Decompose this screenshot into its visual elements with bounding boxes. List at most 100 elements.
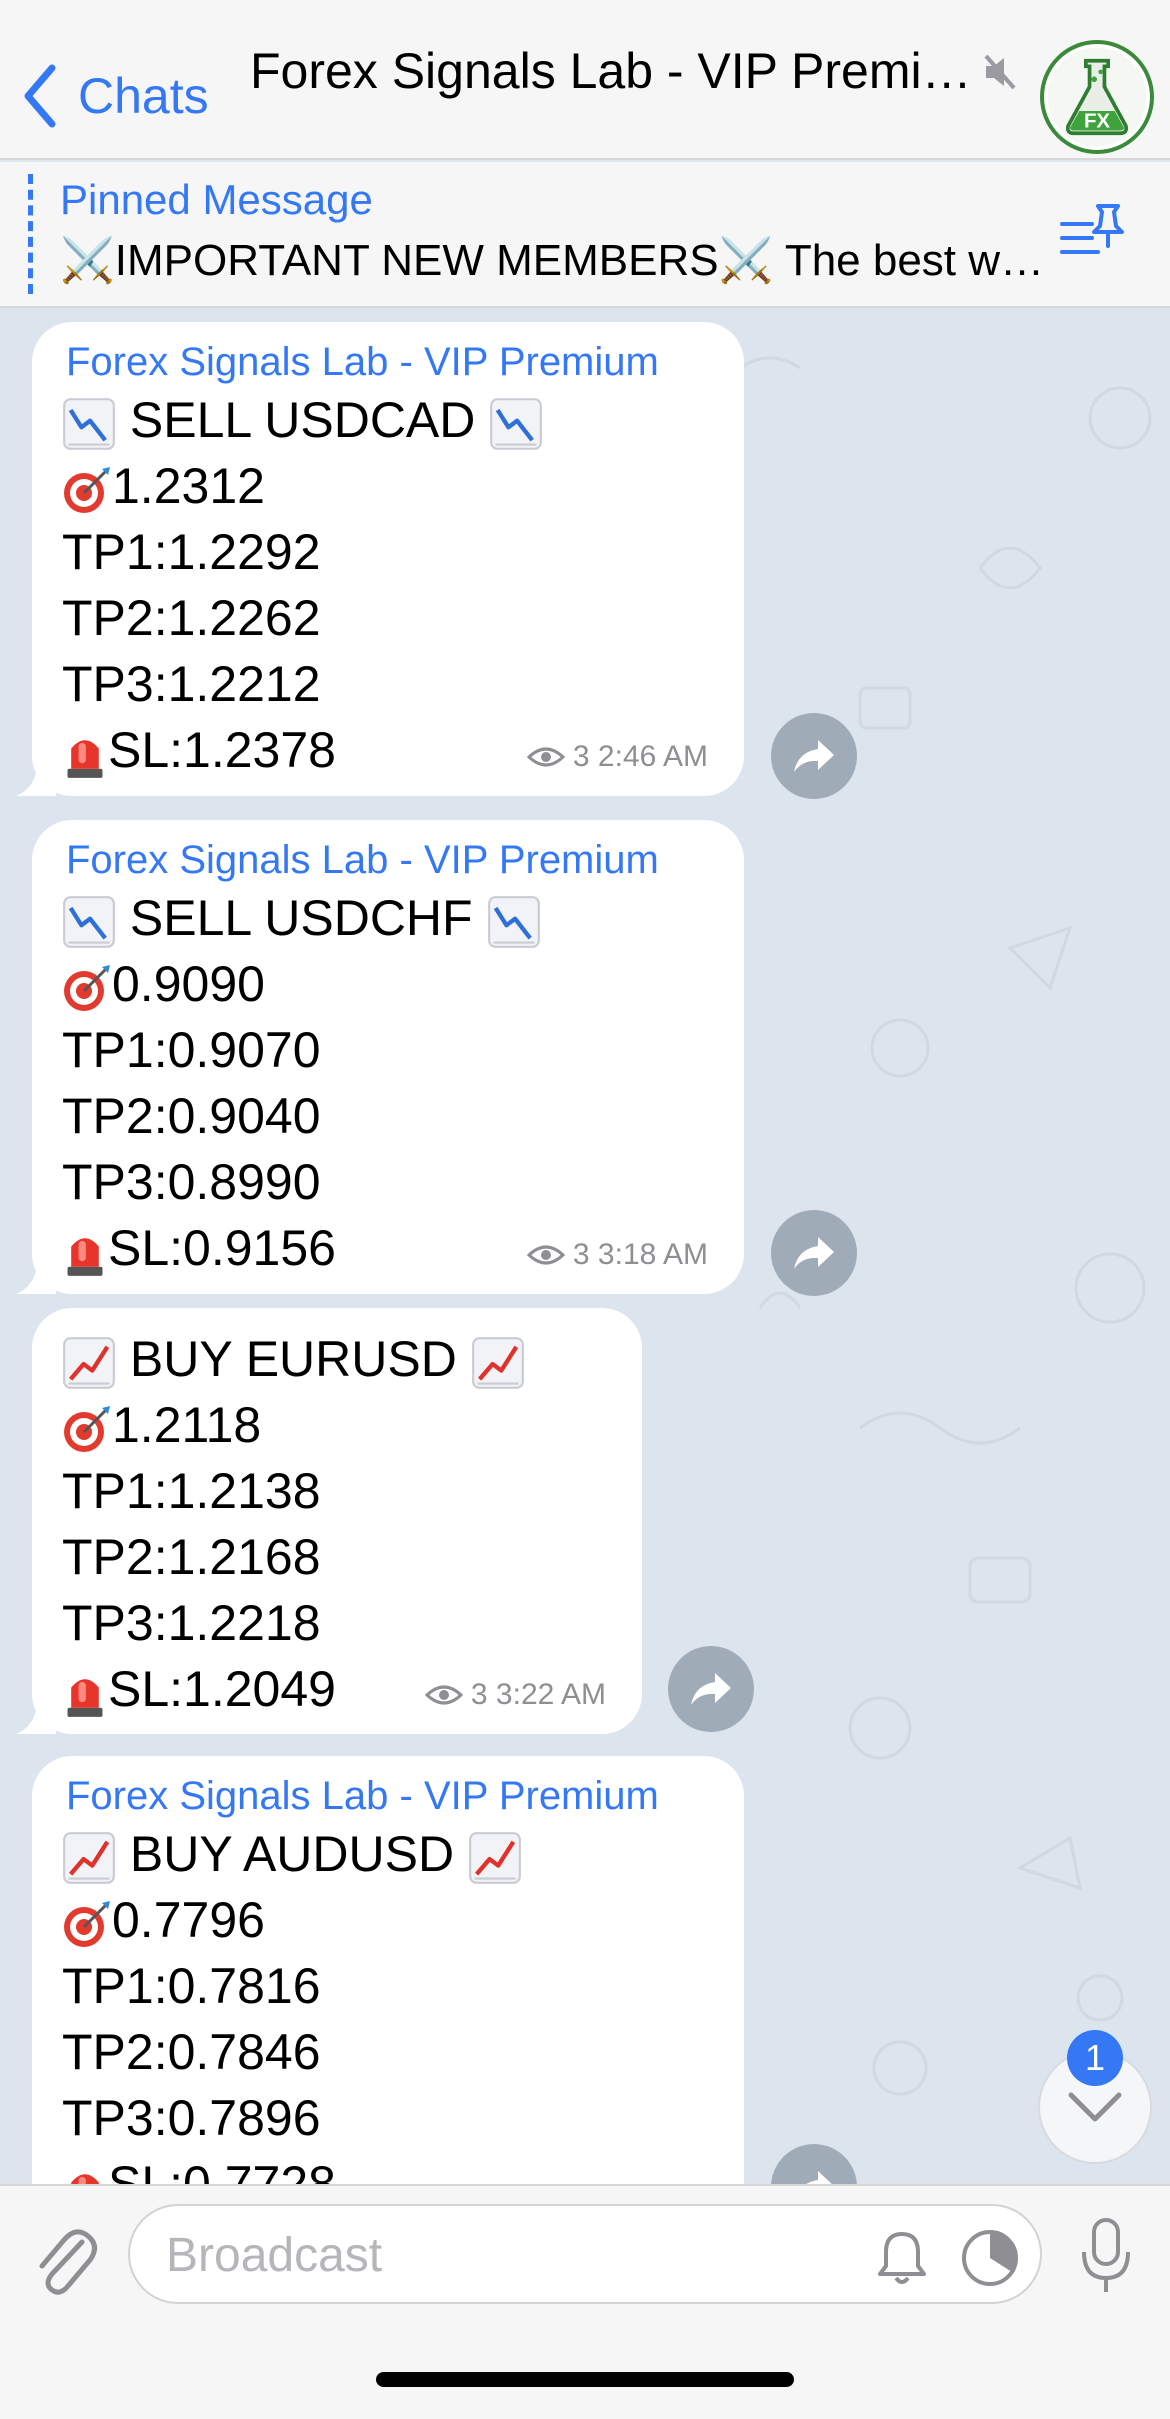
chart-up-icon [62,1831,116,1885]
signal-line: BUY EURUSD [62,1326,606,1392]
eye-icon [425,1683,463,1707]
message-sender[interactable]: Forex Signals Lab - VIP Premium [62,340,708,385]
tp2-line: TP2:1.2168 [62,1529,321,1585]
chevron-left-icon [24,64,56,128]
message-bubble[interactable]: Forex Signals Lab - VIP Premium BUY AUDU… [32,1756,744,2184]
broadcast-input-wrapper [128,2204,1042,2304]
tp3-line: TP3:0.8990 [62,1154,321,1210]
target-icon [62,963,112,1013]
bubble-tail [16,1700,56,1734]
tp3-line: TP3:1.2212 [62,656,321,712]
stop-loss: SL:0.9156 [108,1220,336,1276]
chart-down-icon [487,895,541,949]
entry-price: 0.9090 [112,956,265,1012]
message-meta: 3 3:22 AM [425,1678,606,1712]
message-composer [0,2184,1170,2419]
avatar[interactable]: FX [1040,40,1154,154]
target-icon [62,1899,112,1949]
message-meta: 3 3:18 AM [527,1238,708,1272]
paperclip-icon[interactable] [30,2216,98,2298]
tp2-line: TP2:0.9040 [62,1088,321,1144]
message-bubble[interactable]: Forex Signals Lab - VIP Premium SELL USD… [16,322,744,796]
forward-icon [689,1669,733,1709]
chart-up-icon [62,1336,116,1390]
stop-loss: SL:0.7728 [108,2156,336,2184]
chart-down-icon [62,397,116,451]
entry-price: 1.2312 [112,458,265,514]
target-icon [62,1404,112,1454]
signal-text: SELL USDCHF [129,890,473,946]
message-time: 3:22 AM [495,1678,606,1711]
microphone-icon[interactable] [1078,2216,1134,2296]
siren-icon [62,1226,108,1278]
siren-icon [62,728,108,780]
unread-count-badge: 1 [1067,2030,1123,2086]
forward-button[interactable] [771,713,857,799]
pinned-indicator [28,174,33,294]
target-icon [62,465,112,515]
chart-down-icon [62,895,116,949]
entry-line: 0.7796 [62,1887,708,1953]
forward-button[interactable] [668,1646,754,1732]
entry-line: 0.9090 [62,951,708,1017]
home-indicator [376,2372,794,2387]
message-bubble[interactable]: BUY EURUSD 1.2118 TP1:1.2138 TP2:1.2168 … [16,1308,642,1734]
pinned-text: ⚔️IMPORTANT NEW MEMBERS⚔️ The best w… [60,236,1045,285]
chat-area[interactable]: Forex Signals Lab - VIP Premium SELL USD… [0,308,1170,2184]
signal-text: BUY EURUSD [129,1331,457,1387]
pinned-message-bar[interactable]: Pinned Message ⚔️IMPORTANT NEW MEMBERS⚔️… [0,162,1170,308]
message-sender[interactable]: Forex Signals Lab - VIP Premium [62,1774,708,1819]
message-meta: 3 2:46 AM [527,740,708,774]
chat-header: Chats Forex Signals Lab - VIP Premi… FX [0,0,1170,160]
timer-icon[interactable] [960,2228,1020,2288]
mute-icon [984,54,1016,90]
broadcast-input[interactable] [166,2224,866,2286]
chart-up-icon [471,1336,525,1390]
chevron-down-icon [1068,2092,1122,2122]
forward-icon [792,1233,836,1273]
tp1-line: TP1:0.7816 [62,1958,321,2014]
forward-button[interactable] [771,1210,857,1296]
tp1-line: TP1:1.2292 [62,524,321,580]
tp2-line: TP2:0.7846 [62,2024,321,2080]
forward-icon [792,736,836,776]
siren-icon [62,1667,108,1719]
view-count: 3 [572,740,590,773]
view-count: 3 [470,1678,488,1711]
back-label: Chats [78,68,209,124]
message-sender[interactable]: Forex Signals Lab - VIP Premium [62,838,708,883]
tp1-line: TP1:0.9070 [62,1022,321,1078]
eye-icon [527,1243,565,1267]
forward-icon [792,2167,836,2184]
entry-price: 1.2118 [112,1397,262,1453]
signal-line: BUY AUDUSD [62,1821,708,1887]
signal-text: BUY AUDUSD [129,1826,455,1882]
tp1-line: TP1:1.2138 [62,1463,321,1519]
bell-icon[interactable] [874,2228,930,2286]
message-time: 2:46 AM [597,740,708,773]
pin-list-icon[interactable] [1058,200,1126,268]
stop-loss: SL:1.2049 [108,1661,336,1717]
message-bubble[interactable]: Forex Signals Lab - VIP Premium SELL USD… [16,820,744,1294]
view-count: 3 [572,1238,590,1271]
sl-line: SL:0.7728 [62,2151,708,2184]
back-button[interactable]: Chats [20,56,209,136]
chart-down-icon [489,397,543,451]
tp3-line: TP3:1.2218 [62,1595,321,1651]
chart-up-icon [468,1831,522,1885]
chat-title[interactable]: Forex Signals Lab - VIP Premi… [250,42,972,100]
signal-text: SELL USDCAD [129,392,476,448]
avatar-text: FX [1084,110,1110,133]
entry-price: 0.7796 [112,1892,265,1948]
signal-line: SELL USDCHF [62,885,708,951]
siren-icon [62,2162,108,2184]
entry-line: 1.2118 [62,1392,606,1458]
eye-icon [527,745,565,769]
message-time: 3:18 AM [597,1238,708,1271]
pinned-title: Pinned Message [60,176,373,223]
bubble-tail [16,1260,56,1294]
tp3-line: TP3:0.7896 [62,2090,321,2146]
signal-line: SELL USDCAD [62,387,708,453]
tp2-line: TP2:1.2262 [62,590,321,646]
stop-loss: SL:1.2378 [108,722,336,778]
